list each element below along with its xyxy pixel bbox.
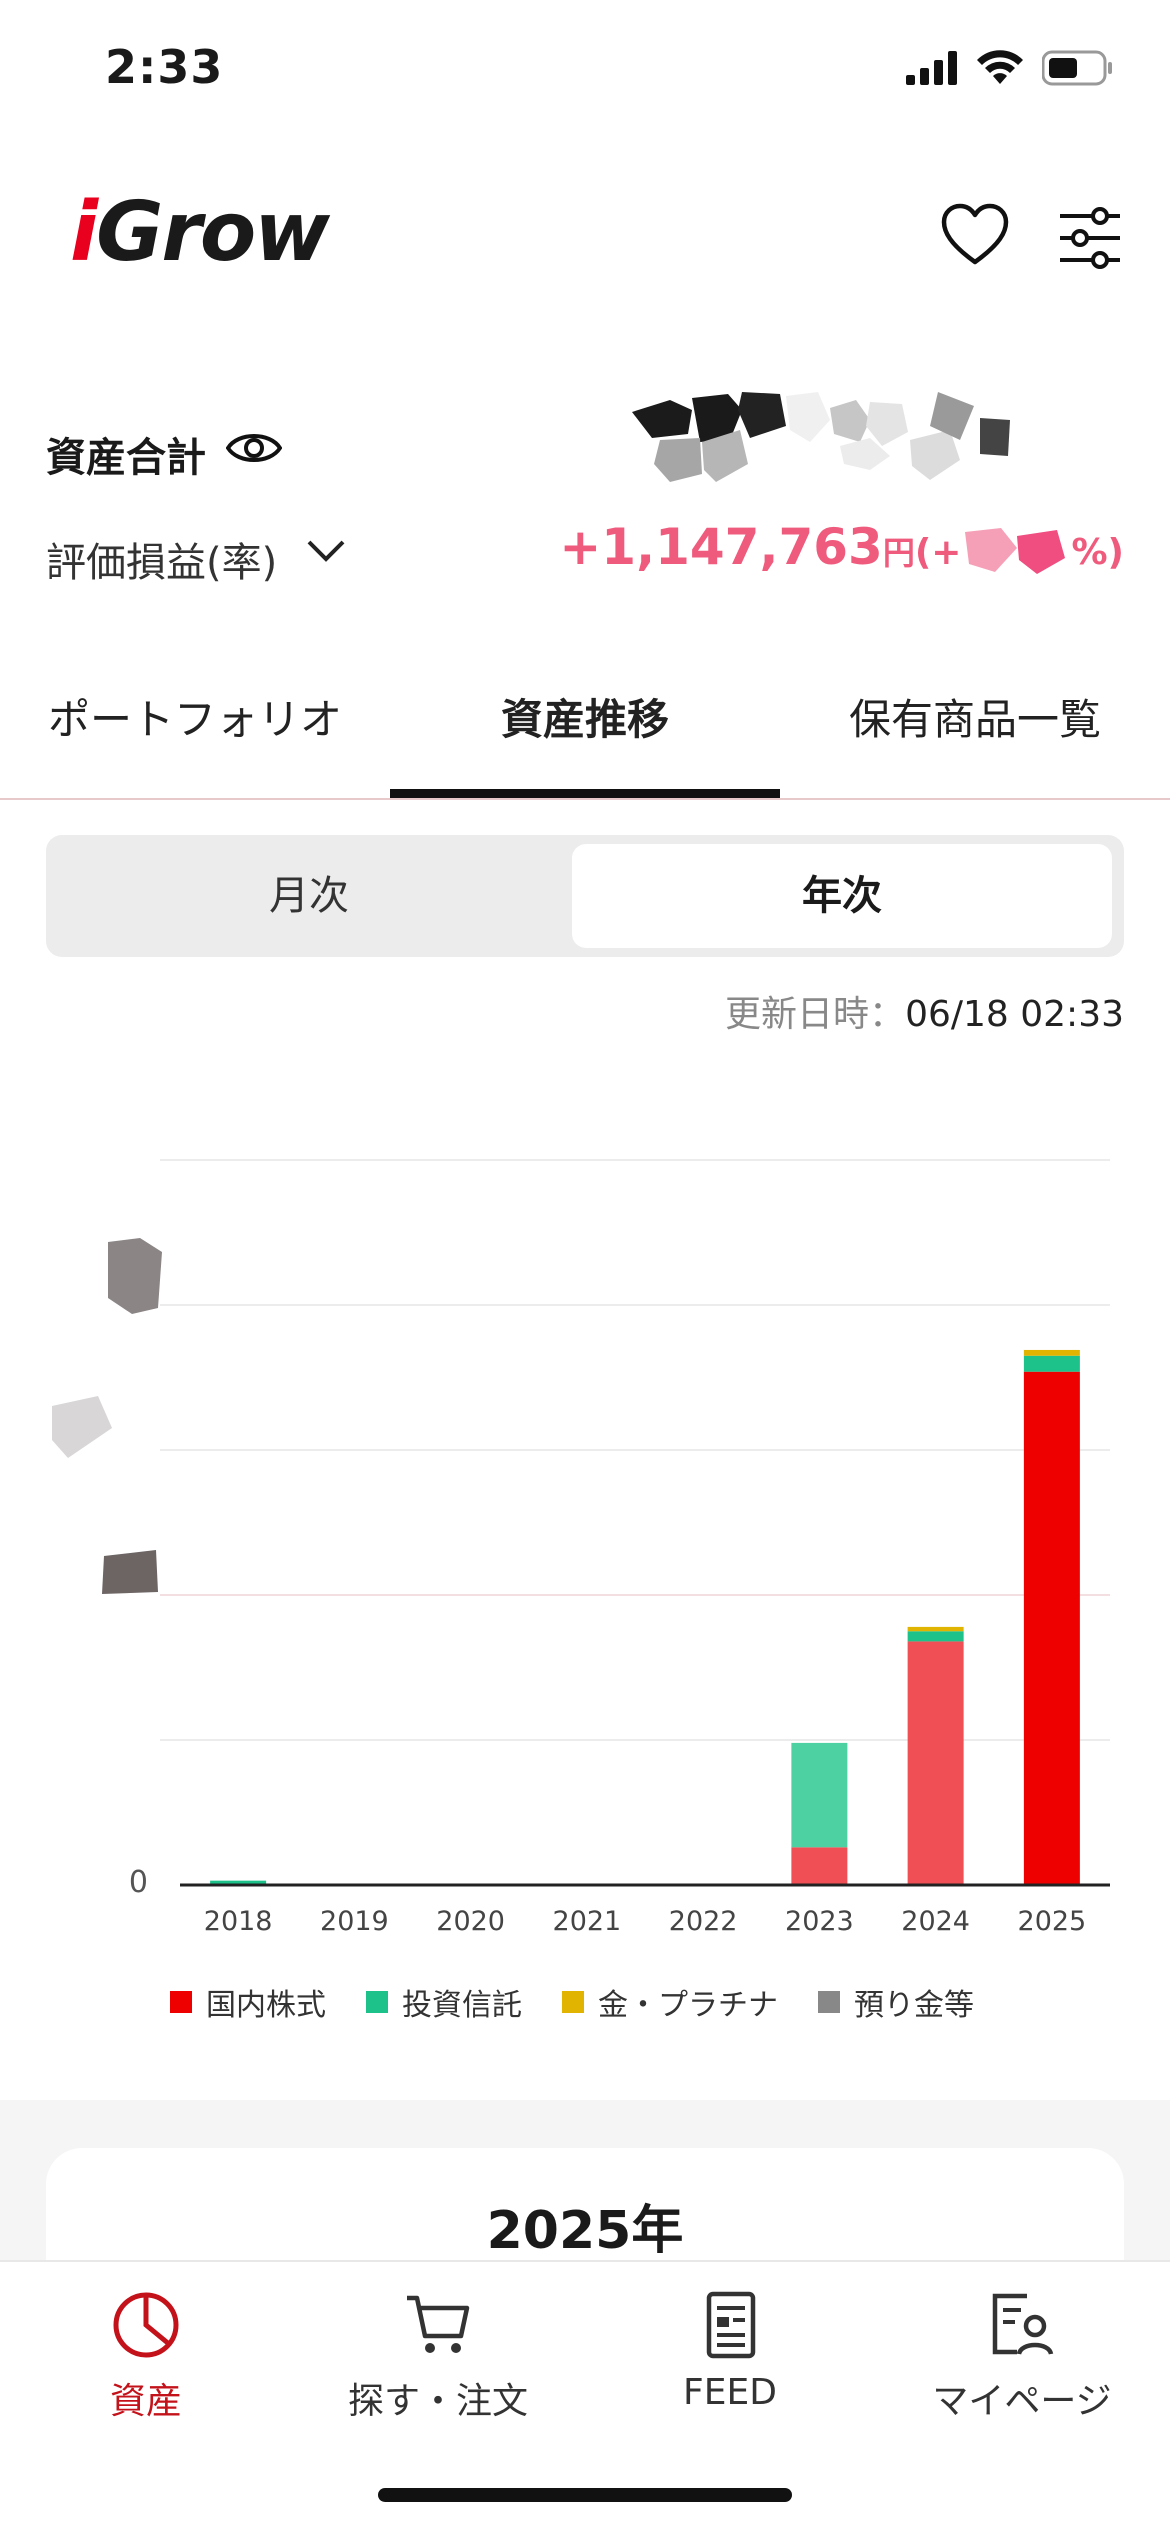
pl-rate-close: %)	[1071, 532, 1124, 573]
battery-icon	[1042, 50, 1112, 86]
bar-segment-2025-0	[1023, 1371, 1080, 1885]
x-tick-label: 2024	[901, 1906, 970, 1937]
asset-total-label: 資産合計	[46, 435, 206, 481]
nav-mypage[interactable]: マイページ	[876, 2290, 1168, 2424]
year-summary-title: 2025年	[486, 2201, 684, 2261]
legend-label: 金・プラチナ	[598, 1988, 778, 2023]
bar-segment-2024-1	[907, 1631, 964, 1642]
sliders-icon[interactable]	[1058, 206, 1122, 270]
x-tick-label: 2020	[436, 1906, 505, 1937]
y-tick-obscured	[52, 1396, 112, 1458]
x-tick-label: 2019	[320, 1906, 389, 1937]
legend-label: 投資信託	[402, 1988, 522, 2023]
x-tick-label: 2023	[785, 1906, 854, 1937]
x-tick-label: 2018	[204, 1906, 273, 1937]
heart-icon[interactable]	[940, 200, 1010, 270]
nav-search-label: 探す・注文	[347, 2381, 528, 2422]
legend-item: 国内株式	[170, 1980, 326, 2024]
pl-label: 評価損益(率)	[46, 540, 278, 586]
legend-item: 金・プラチナ	[562, 1980, 778, 2024]
pl-amount: +1,147,763	[559, 518, 883, 576]
legend-label: 国内株式	[206, 1988, 326, 2023]
nav-asset-label: 資産	[109, 2381, 182, 2422]
tab-bar: ポートフォリオ 資産推移 保有商品一覧	[0, 680, 1170, 800]
x-tick-label: 2022	[669, 1906, 738, 1937]
nav-feed[interactable]: FEED	[584, 2290, 876, 2413]
status-icons	[906, 50, 1114, 86]
logo-letter-i: i	[70, 185, 98, 280]
legend-label: 預り金等	[854, 1988, 974, 2023]
legend-swatch	[818, 1991, 840, 2013]
chevron-down-icon[interactable]	[306, 536, 346, 566]
chart-legend: 国内株式 投資信託 金・プラチナ 預り金等	[170, 1980, 974, 2024]
y-tick-obscured	[108, 1238, 162, 1314]
x-tick-label: 2021	[553, 1906, 622, 1937]
eye-icon[interactable]	[226, 428, 282, 468]
legend-item: 投資信託	[366, 1980, 522, 2024]
cart-icon	[407, 2295, 470, 2353]
document-icon	[706, 2291, 756, 2359]
asset-history-chart: 0 2018 2019 2020 2021 2022 2023 2024 2025	[52, 1159, 1110, 1937]
home-indicator	[378, 2488, 792, 2502]
bar-segment-2025-2	[1023, 1349, 1080, 1356]
nav-asset[interactable]: 資産	[0, 2290, 292, 2424]
logo-wordmark: Grow	[96, 185, 330, 280]
app-logo: iGrow	[70, 185, 330, 280]
nav-feed-label: FEED	[683, 2372, 777, 2413]
status-time: 2:33	[105, 40, 224, 94]
signal-icon	[906, 51, 957, 85]
tab-portfolio[interactable]: ポートフォリオ	[0, 680, 390, 798]
nav-mypage-label: マイページ	[932, 2381, 1112, 2422]
bar-segment-2023-0	[791, 1847, 848, 1885]
pie-chart-icon	[113, 2292, 179, 2358]
pl-value: +1,147,763円(+%)	[559, 518, 1124, 576]
segment-yearly[interactable]: 年次	[572, 844, 1112, 948]
update-time-value: 06/18 02:33	[905, 994, 1124, 1035]
update-time: 更新日時：06/18 02:33	[725, 985, 1124, 1037]
segment-monthly[interactable]: 月次	[46, 835, 572, 957]
user-profile-icon	[992, 2293, 1054, 2355]
pl-yen-unit: 円	[882, 534, 915, 572]
tab-holdings[interactable]: 保有商品一覧	[780, 680, 1170, 798]
bar-segment-2025-1	[1023, 1355, 1080, 1372]
bar-segment-2024-2	[907, 1626, 964, 1632]
wifi-icon	[977, 50, 1023, 84]
active-tab-indicator	[390, 789, 780, 798]
period-segmented-control: 月次 年次	[46, 835, 1124, 957]
y-tick-zero: 0	[129, 1865, 148, 1900]
x-tick-label: 2025	[1018, 1906, 1087, 1937]
pl-rate-open: (+	[914, 532, 962, 573]
legend-item: 預り金等	[818, 1980, 974, 2024]
legend-swatch	[366, 1991, 388, 2013]
legend-swatch	[170, 1991, 192, 2013]
pl-rate-obscured	[965, 527, 1066, 574]
update-time-label: 更新日時：	[725, 994, 906, 1035]
y-tick-obscured	[102, 1550, 158, 1594]
bar-segment-2023-1	[791, 1742, 848, 1848]
tab-asset-history[interactable]: 資産推移	[390, 680, 780, 798]
bar-segment-2024-0	[907, 1641, 964, 1885]
nav-search-order[interactable]: 探す・注文	[292, 2290, 584, 2424]
asset-total-value-obscured	[632, 392, 1010, 482]
legend-swatch	[562, 1991, 584, 2013]
